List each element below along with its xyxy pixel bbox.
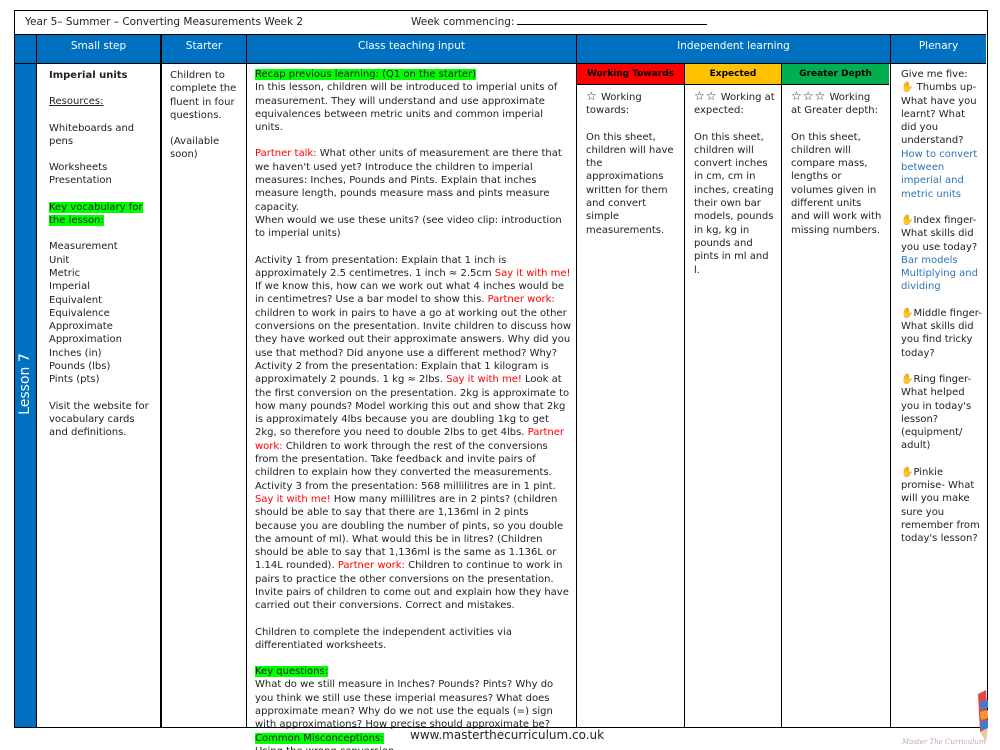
lesson-intro: In this lesson, children will be introdu… [255, 82, 558, 134]
partner-talk-label: Partner talk: [255, 148, 317, 160]
when-use-paragraph: When would we use these units? (see vide… [255, 214, 562, 240]
band-expected: Expected [684, 64, 781, 85]
vocab-item: Pints (pts) [49, 374, 100, 386]
partner-work-label: Partner work: [337, 560, 405, 572]
small-step-title: Imperial units [49, 70, 128, 81]
expected-text: On this sheet, children will convert inc… [694, 131, 774, 276]
partner-talk-paragraph: Partner talk: What other units of measur… [255, 148, 562, 213]
lesson-label: Lesson 7 [17, 353, 33, 415]
header-plenary: Plenary [890, 35, 986, 63]
working-towards-cell: ☆ Working towards: On this sheet, childr… [577, 85, 684, 727]
vocab-item: Inches (in) [49, 347, 102, 359]
key-questions-label: Key questions: [255, 666, 329, 678]
resources-label: Resources: [49, 96, 104, 108]
footer-url[interactable]: www.masterthecurriculum.co.uk [410, 728, 604, 742]
header-small-step: Small step [36, 35, 160, 63]
star-icon: ☆☆ [694, 89, 718, 103]
title-row: Year 5– Summer – Converting Measurements… [15, 11, 986, 35]
header-independent: Independent learning [576, 35, 890, 63]
activity-2: Activity 2 from the presentation: Explai… [255, 360, 570, 479]
vocab-item: Approximate [49, 321, 113, 333]
week-commencing-blank [517, 16, 708, 25]
plenary-ring: ✋Ring finger- What helped you in today's… [901, 373, 972, 452]
vocab-item: Equivalent [49, 294, 103, 306]
band-working-towards: Working Towards [577, 64, 684, 85]
website-note: Visit the website for vocabulary cards a… [49, 400, 149, 439]
vocab-item: Pounds (lbs) [49, 361, 111, 373]
partner-work-label: Partner work: [487, 294, 555, 306]
resource-item: Whiteboards and pens [49, 122, 135, 147]
say-it-prompt: Say it with me! [255, 493, 331, 505]
vocab-item: Unit [49, 254, 70, 266]
plenary-thumb-answer: How to convert between imperial and metr… [901, 148, 978, 200]
star-icon: ☆☆☆ [791, 89, 827, 103]
header-class-teaching: Class teaching input [246, 35, 576, 63]
page-title: Year 5– Summer – Converting Measurements… [25, 16, 304, 28]
starter-column: Children to complete the fluent in four … [160, 64, 246, 727]
hand-icon: ✋ [901, 307, 914, 319]
band-greater-depth: Greater Depth [781, 64, 889, 85]
week-commencing-label: Week commencing: [411, 16, 515, 28]
expected-cell: ☆☆ Working at expected: On this sheet, c… [684, 85, 781, 727]
vocab-item: Imperial [49, 281, 90, 293]
misconceptions-label: Common Misconceptions: [255, 732, 384, 744]
resource-item: Worksheets [49, 162, 108, 174]
hand-icon: ✋ [901, 466, 914, 478]
vocab-item: Equivalence [49, 307, 110, 319]
column-header-row: Small step Starter Class teaching input … [15, 35, 986, 64]
hand-icon: ✋ [901, 373, 914, 385]
small-step-column: Imperial units Resources: Whiteboards an… [36, 64, 160, 727]
greater-depth-text: On this sheet, children will compare mas… [791, 131, 882, 236]
say-it-prompt: Say it with me! [446, 374, 522, 386]
week-commencing: Week commencing: [411, 16, 708, 28]
recap-label: Recap previous learning: (Q1 on the star… [255, 69, 477, 80]
vocab-item: Metric [49, 267, 81, 279]
misconceptions: Using the wrong conversion [255, 745, 571, 750]
plenary-middle: ✋Middle finger- What skills did you find… [901, 307, 982, 359]
star-icon: ☆ [586, 89, 598, 103]
lesson-sidebar: Lesson 7 [15, 64, 36, 727]
say-it-prompt: Say it with me! [494, 267, 571, 279]
plenary-column: Give me five: ✋ Thumbs up- What have you… [890, 64, 986, 727]
lesson-plan-table: Year 5– Summer – Converting Measurements… [14, 10, 988, 750]
hand-icon: ✋ [901, 214, 914, 226]
activity-3: Activity 3 from the presentation: 568 mi… [255, 480, 569, 612]
starter-availability: (Available soon) [170, 136, 220, 161]
key-vocabulary-label-2: the lesson: [49, 215, 104, 227]
starter-text: Children to complete the fluent in four … [170, 70, 237, 121]
key-vocabulary-label: Key vocabulary for [49, 201, 143, 213]
independent-note: Children to complete the independent act… [255, 626, 512, 651]
class-teaching-column: Recap previous learning: (Q1 on the star… [246, 64, 576, 750]
activity-1: Activity 1 from presentation: Explain th… [255, 254, 572, 359]
independent-column: Working Towards Expected Greater Depth ☆… [576, 64, 890, 727]
resource-item: Presentation [49, 175, 112, 187]
plenary-thumb: ✋ Thumbs up- What have you learnt? What … [901, 82, 977, 147]
working-towards-text: On this sheet, children will have the ap… [586, 131, 674, 236]
hand-icon: ✋ [901, 82, 914, 94]
key-questions: What do we still measure in Inches? Poun… [255, 679, 554, 731]
vocab-item: Measurement [49, 241, 118, 253]
plenary-index: ✋Index finger- What skills did you use t… [901, 214, 978, 253]
vocab-item: Approximation [49, 334, 122, 346]
header-starter: Starter [160, 35, 246, 63]
plenary-index-answer: Bar models Multiplying and dividing [901, 254, 978, 293]
logo-text: Master The Curriculum [902, 738, 986, 746]
plenary-intro: Give me five: [901, 69, 968, 80]
plenary-pinkie: ✋Pinkie promise- What will you make sure… [901, 466, 980, 545]
greater-depth-cell: ☆☆☆ Working at Greater depth: On this sh… [781, 85, 889, 727]
